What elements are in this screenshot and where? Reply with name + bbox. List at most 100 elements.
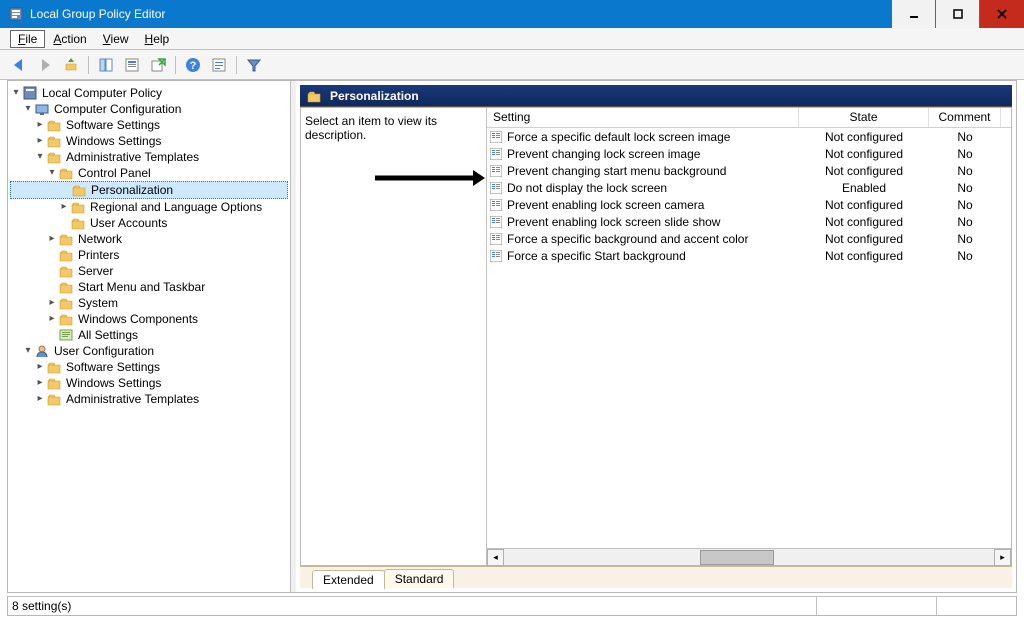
forward-button[interactable] xyxy=(34,54,56,76)
setting-state: Not configured xyxy=(799,232,929,246)
tree-server[interactable]: ·Server xyxy=(10,263,288,279)
tree-user-configuration[interactable]: ▾User Configuration xyxy=(10,343,288,359)
description-panel: Select an item to view its description. xyxy=(301,108,487,565)
export-button[interactable] xyxy=(147,54,169,76)
column-headers[interactable]: Setting State Comment xyxy=(487,108,1011,128)
setting-comment: No xyxy=(929,130,1001,144)
menu-file[interactable]: File xyxy=(10,30,45,48)
setting-name: Prevent enabling lock screen slide show xyxy=(507,215,720,229)
up-button[interactable] xyxy=(60,54,82,76)
status-bar: 8 setting(s) xyxy=(7,596,1017,616)
tree-panel[interactable]: ▾Local Computer Policy ▾Computer Configu… xyxy=(8,81,291,592)
policy-icon xyxy=(489,164,503,178)
setting-name: Force a specific default lock screen ima… xyxy=(507,130,730,144)
policy-icon xyxy=(489,215,503,229)
list-item[interactable]: Prevent changing start menu backgroundNo… xyxy=(487,162,1011,179)
tree-admin-templates[interactable]: ▾Administrative Templates xyxy=(10,149,288,165)
horizontal-scrollbar[interactable]: ◂ ▸ xyxy=(487,548,1011,565)
tree-regional[interactable]: ▸Regional and Language Options xyxy=(10,199,288,215)
list-item[interactable]: Force a specific Start background Not con… xyxy=(487,247,1011,264)
tree-software-settings[interactable]: ▸Software Settings xyxy=(10,117,288,133)
scroll-left-button[interactable]: ◂ xyxy=(487,549,504,566)
settings-list: Setting State Comment Force a specific d… xyxy=(487,108,1011,565)
col-comment[interactable]: Comment xyxy=(929,108,1001,127)
col-state[interactable]: State xyxy=(799,108,929,127)
col-setting[interactable]: Setting xyxy=(487,108,799,127)
policy-icon xyxy=(489,147,503,161)
tree-control-panel[interactable]: ▾Control Panel xyxy=(10,165,288,181)
tree-printers[interactable]: ·Printers xyxy=(10,247,288,263)
svg-text:?: ? xyxy=(190,60,197,72)
tree-computer-configuration[interactable]: ▾Computer Configuration xyxy=(10,101,288,117)
list-item[interactable]: Prevent enabling lock screen slide show N… xyxy=(487,213,1011,230)
list-item[interactable]: Force a specific background and accent c… xyxy=(487,230,1011,247)
tree-windows-settings[interactable]: ▸Windows Settings xyxy=(10,133,288,149)
tree-root[interactable]: ▾Local Computer Policy xyxy=(10,85,288,101)
folder-icon xyxy=(306,88,322,104)
setting-state: Enabled xyxy=(799,181,929,195)
tree-u-admin-templates[interactable]: ▸Administrative Templates xyxy=(10,391,288,407)
scroll-right-button[interactable]: ▸ xyxy=(994,549,1011,566)
close-button[interactable] xyxy=(980,0,1024,28)
content-header: Personalization xyxy=(300,85,1012,107)
setting-comment: No xyxy=(929,215,1001,229)
tree-u-windows-settings[interactable]: ▸Windows Settings xyxy=(10,375,288,391)
tab-strip: Extended Standard xyxy=(300,566,1012,588)
filter-button[interactable] xyxy=(243,54,265,76)
policy-icon xyxy=(489,130,503,144)
properties-button[interactable] xyxy=(121,54,143,76)
setting-comment: No xyxy=(929,249,1001,263)
policy-icon xyxy=(489,181,503,195)
menu-view[interactable]: View xyxy=(95,30,137,48)
setting-name: Prevent enabling lock screen camera xyxy=(507,198,704,212)
setting-comment: No xyxy=(929,147,1001,161)
tree-all-settings[interactable]: ·All Settings xyxy=(10,327,288,343)
setting-name: Force a specific Start background xyxy=(507,249,686,263)
status-text: 8 setting(s) xyxy=(12,599,71,613)
menu-action[interactable]: Action xyxy=(45,30,94,48)
policy-icon xyxy=(489,198,503,212)
setting-state: Not configured xyxy=(799,130,929,144)
tree-system[interactable]: ▸System xyxy=(10,295,288,311)
setting-name: Force a specific background and accent c… xyxy=(507,232,748,246)
tree-user-accounts[interactable]: ·User Accounts xyxy=(10,215,288,231)
tree-start-menu[interactable]: ·Start Menu and Taskbar xyxy=(10,279,288,295)
setting-comment: No xyxy=(929,164,1001,178)
window-title: Local Group Policy Editor xyxy=(30,7,892,21)
setting-comment: No xyxy=(929,232,1001,246)
tree-personalization[interactable]: ·Personalization xyxy=(10,181,288,199)
setting-state: Not configured xyxy=(799,215,929,229)
setting-state: Not configured xyxy=(799,164,929,178)
list-item[interactable]: Prevent enabling lock screen camera Not c… xyxy=(487,196,1011,213)
setting-comment: No xyxy=(929,198,1001,212)
tree-windows-components[interactable]: ▸Windows Components xyxy=(10,311,288,327)
app-icon xyxy=(8,6,24,22)
description-text: Select an item to view its description. xyxy=(305,114,437,142)
tab-extended[interactable]: Extended xyxy=(312,570,385,589)
policy-icon xyxy=(489,249,503,263)
setting-name: Prevent changing lock screen image xyxy=(507,147,700,161)
toolbar: ? xyxy=(0,50,1024,80)
tree-network[interactable]: ▸Network xyxy=(10,231,288,247)
policy-icon xyxy=(489,232,503,246)
setting-state: Not configured xyxy=(799,198,929,212)
content-header-title: Personalization xyxy=(330,89,419,103)
menu-bar: File Action View Help xyxy=(0,28,1024,50)
refresh-button[interactable] xyxy=(208,54,230,76)
show-hide-tree-button[interactable] xyxy=(95,54,117,76)
title-bar: Local Group Policy Editor xyxy=(0,0,1024,28)
back-button[interactable] xyxy=(8,54,30,76)
list-item[interactable]: Prevent changing lock screen image Not co… xyxy=(487,145,1011,162)
scroll-thumb[interactable] xyxy=(700,550,774,565)
maximize-button[interactable] xyxy=(936,0,980,28)
help-button[interactable]: ? xyxy=(182,54,204,76)
setting-state: Not configured xyxy=(799,249,929,263)
setting-state: Not configured xyxy=(799,147,929,161)
minimize-button[interactable] xyxy=(892,0,936,28)
tree-u-software-settings[interactable]: ▸Software Settings xyxy=(10,359,288,375)
tab-standard[interactable]: Standard xyxy=(384,569,455,588)
list-item[interactable]: Do not display the lock screenEnabledNo xyxy=(487,179,1011,196)
list-item[interactable]: Force a specific default lock screen ima… xyxy=(487,128,1011,145)
menu-help[interactable]: Help xyxy=(137,30,178,48)
setting-name: Do not display the lock screen xyxy=(507,181,667,195)
